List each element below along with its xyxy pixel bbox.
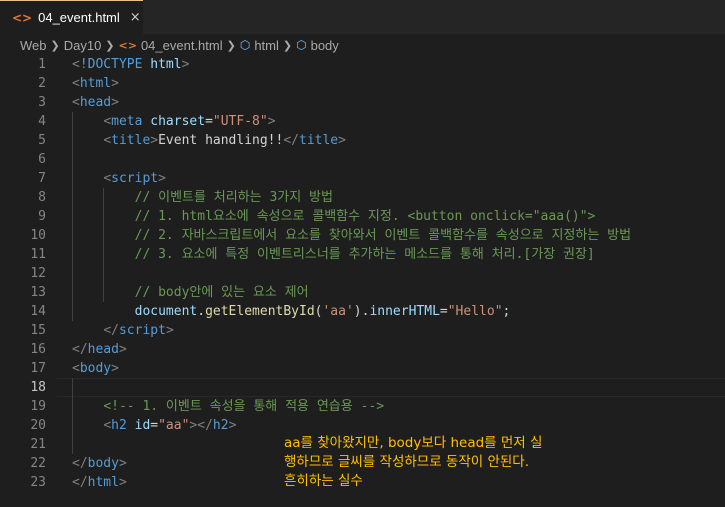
annotation-note: aa를 찾아왔지만, body보다 head를 먼저 실 행하므로 글씨를 작성… — [284, 434, 542, 491]
html-file-icon: <> — [12, 10, 33, 25]
code-line: 14 document.getElementById('aa').innerHT… — [30, 304, 511, 319]
chevron-right-icon: ❯ — [226, 39, 236, 52]
close-icon[interactable]: × — [130, 10, 141, 25]
breadcrumb-html[interactable]: html — [254, 38, 279, 53]
editor-tab[interactable]: <> 04_event.html × — [0, 0, 143, 34]
breadcrumb-day10[interactable]: Day10 — [64, 38, 102, 53]
code-line: 2 <html> — [38, 76, 119, 91]
code-line: 12 — [30, 266, 46, 281]
code-line: 1 <!DOCTYPE html> — [38, 57, 190, 72]
tab-bar: <> 04_event.html × — [0, 0, 725, 34]
code-line: 15 </script> — [30, 323, 174, 338]
chevron-right-icon: ❯ — [105, 39, 115, 52]
breadcrumb-file[interactable]: 04_event.html — [141, 38, 223, 53]
annotation-line: aa를 찾아왔지만, body보다 head를 먼저 실 — [284, 435, 543, 451]
chevron-right-icon: ❯ — [50, 39, 60, 52]
symbol-cube-icon: ⬡ — [239, 38, 251, 52]
code-line: 5 <title>Event handling!!</title> — [38, 133, 346, 148]
code-line: 10 // 2. 자바스크립트에서 요소를 찾아와서 이벤트 콜백함수를 속성으… — [30, 228, 632, 243]
symbol-cube-icon: ⬡ — [296, 38, 307, 52]
code-line: 11 // 3. 요소에 특정 이벤트리스너를 추가하는 메소드를 통해 처리.… — [30, 247, 595, 262]
code-line: 18 — [30, 380, 46, 395]
code-line: 20 <h2 id="aa"></h2> — [30, 418, 237, 433]
code-line: 17 <body> — [30, 361, 119, 376]
annotation-line: 행하므로 글씨를 작성하므로 동작이 안된다. — [284, 454, 530, 470]
code-line: 19 <!-- 1. 이벤트 속성을 통해 적용 연습용 --> — [30, 399, 385, 414]
code-line: 4 <meta charset="UTF-8"> — [38, 114, 276, 129]
breadcrumb: Web ❯ Day10 ❯ <> 04_event.html ❯ ⬡ html … — [0, 34, 725, 56]
html-file-icon: <> — [118, 38, 137, 52]
code-line: 3 <head> — [38, 95, 119, 110]
tab-label: 04_event.html — [38, 10, 120, 25]
code-line: 13 // body안에 있는 요소 제어 — [30, 285, 309, 300]
chevron-right-icon: ❯ — [282, 39, 293, 52]
breadcrumb-web[interactable]: Web — [20, 38, 47, 53]
code-line: 7 <script> — [38, 171, 166, 186]
code-line: 9 // 1. html요소에 속성으로 콜백함수 지정. <button on… — [38, 209, 596, 224]
code-line: 16 </head> — [30, 342, 127, 357]
breadcrumb-body[interactable]: body — [311, 38, 339, 53]
annotation-line: 흔히하는 실수 — [284, 473, 363, 489]
code-line: 6 — [38, 152, 46, 167]
code-line: 8 // 이벤트를 처리하는 3가지 방법 — [38, 190, 333, 205]
